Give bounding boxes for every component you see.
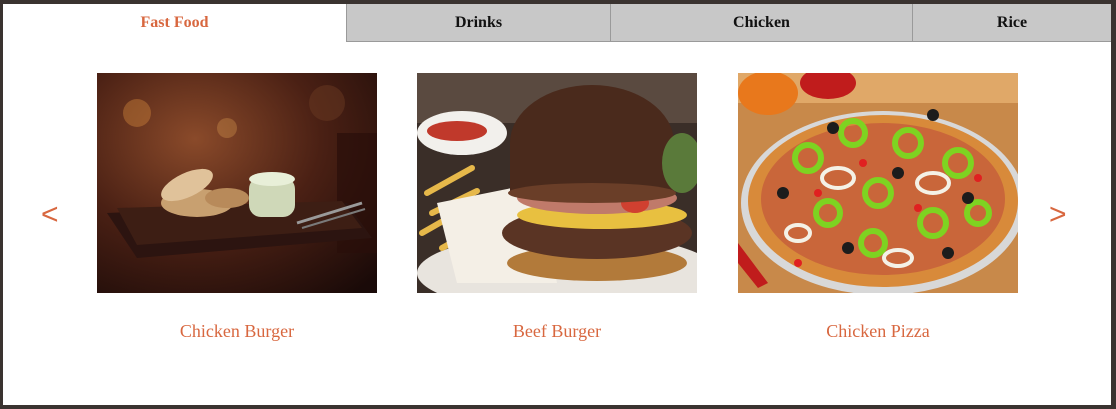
tab-label: Rice <box>996 13 1028 31</box>
carousel-prev-button[interactable]: < <box>41 200 59 230</box>
item-title[interactable]: Beef Burger <box>417 321 697 342</box>
menu-widget: Fast Food Drinks Chicken Rice < > Chicke… <box>3 4 1111 405</box>
item-title[interactable]: Chicken Pizza <box>738 321 1018 342</box>
tab-rice[interactable]: Rice <box>912 4 1111 42</box>
tab-label: Fast Food <box>140 14 209 31</box>
carousel-item[interactable]: Beef Burger <box>417 73 697 341</box>
tab-label: Drinks <box>454 13 503 31</box>
item-title[interactable]: Chicken Burger <box>97 321 377 342</box>
bread-and-dip-plate-photo[interactable] <box>97 73 377 293</box>
category-tabs: Fast Food Drinks Chicken Rice <box>3 4 1111 42</box>
tab-fast-food[interactable]: Fast Food <box>3 4 346 42</box>
tab-chicken[interactable]: Chicken <box>610 4 912 42</box>
tab-drinks[interactable]: Drinks <box>346 4 610 42</box>
tab-label: Chicken <box>733 13 790 31</box>
carousel-item[interactable]: Chicken Burger <box>97 73 377 341</box>
carousel-item[interactable]: Chicken Pizza <box>738 73 1018 341</box>
burger-with-fries-photo[interactable] <box>417 73 697 293</box>
carousel-next-button[interactable]: > <box>1049 200 1067 230</box>
pepper-pizza-photo[interactable] <box>738 73 1018 293</box>
